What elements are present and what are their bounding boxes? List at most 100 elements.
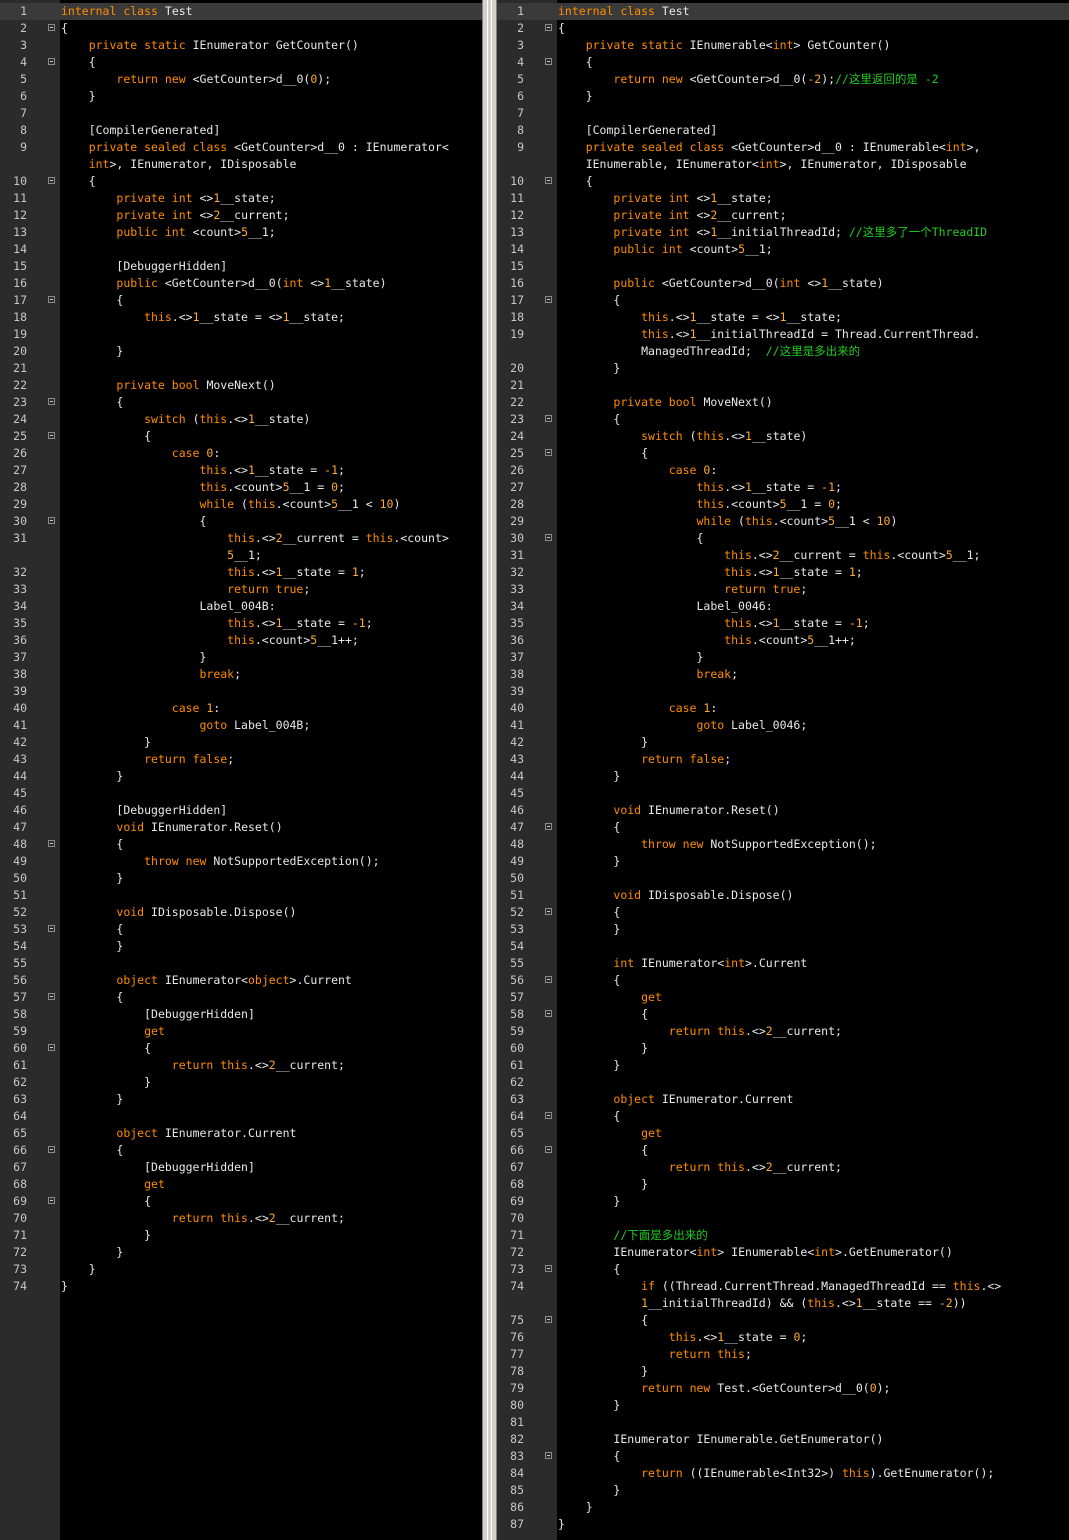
code-line[interactable]: 81	[497, 1414, 1069, 1431]
code-line[interactable]: 40 case 1:	[0, 700, 482, 717]
collapse-icon[interactable]	[48, 432, 55, 439]
collapse-icon[interactable]	[545, 24, 552, 31]
code-line[interactable]: 63 object IEnumerator.Current	[497, 1091, 1069, 1108]
code-line[interactable]: 38 break;	[0, 666, 482, 683]
code-line[interactable]: 1 internal class Test	[497, 3, 1069, 20]
code-line[interactable]: 72 IEnumerator<int> IEnumerable<int>.Get…	[497, 1244, 1069, 1261]
code-line[interactable]: 50 }	[0, 870, 482, 887]
code-line[interactable]: 85 }	[497, 1482, 1069, 1499]
code-line[interactable]: 20 }	[497, 360, 1069, 377]
code-line[interactable]: 84 return ((IEnumerable<Int32>) this).Ge…	[497, 1465, 1069, 1482]
code-line[interactable]: 40 case 1:	[497, 700, 1069, 717]
code-line[interactable]: 17 {	[497, 292, 1069, 309]
collapse-icon[interactable]	[48, 24, 55, 31]
collapse-icon[interactable]	[48, 517, 55, 524]
code-line[interactable]: 45	[0, 785, 482, 802]
code-line[interactable]: 13 public int <count>5__1;	[0, 224, 482, 241]
code-line[interactable]: 54 }	[0, 938, 482, 955]
code-line[interactable]: 41 goto Label_0046;	[497, 717, 1069, 734]
collapse-icon[interactable]	[545, 1010, 552, 1017]
code-line[interactable]: 3 private static IEnumerable<int> GetCou…	[497, 37, 1069, 54]
code-line[interactable]: 30 {	[497, 530, 1069, 547]
code-line[interactable]: 61 return this.<>2__current;	[0, 1057, 482, 1074]
code-line[interactable]: 57 get	[497, 989, 1069, 1006]
code-line[interactable]: 20 }	[0, 343, 482, 360]
code-line[interactable]: 14	[0, 241, 482, 258]
code-line[interactable]: 9 private sealed class <GetCounter>d__0 …	[497, 139, 1069, 156]
code-line[interactable]: 70	[497, 1210, 1069, 1227]
collapse-icon[interactable]	[48, 840, 55, 847]
code-line[interactable]: 74 if ((Thread.CurrentThread.ManagedThre…	[497, 1278, 1069, 1295]
code-line[interactable]: 43 return false;	[497, 751, 1069, 768]
code-line[interactable]: 5 return new <GetCounter>d__0(0);	[0, 71, 482, 88]
code-line[interactable]: 1 internal class Test	[0, 3, 482, 20]
code-line[interactable]: 69 }	[497, 1193, 1069, 1210]
code-line[interactable]: 65 get	[497, 1125, 1069, 1142]
code-line[interactable]: 11 private int <>1__state;	[0, 190, 482, 207]
code-line[interactable]: 19 this.<>1__initialThreadId = Thread.Cu…	[497, 326, 1069, 343]
code-line[interactable]: 55	[0, 955, 482, 972]
code-line[interactable]: 48 {	[0, 836, 482, 853]
code-line[interactable]: 34 Label_004B:	[0, 598, 482, 615]
code-line[interactable]: 83 {	[497, 1448, 1069, 1465]
code-line[interactable]: 65 object IEnumerator.Current	[0, 1125, 482, 1142]
code-line[interactable]: 46 [DebuggerHidden]	[0, 802, 482, 819]
code-line[interactable]: 36 this.<count>5__1++;	[497, 632, 1069, 649]
code-line[interactable]: 47 {	[497, 819, 1069, 836]
code-line[interactable]: 82 IEnumerator IEnumerable.GetEnumerator…	[497, 1431, 1069, 1448]
code-line[interactable]: 4 {	[0, 54, 482, 71]
code-line[interactable]: 64 {	[497, 1108, 1069, 1125]
code-line[interactable]: 16 public <GetCounter>d__0(int <>1__stat…	[497, 275, 1069, 292]
code-line[interactable]: 17 {	[0, 292, 482, 309]
collapse-icon[interactable]	[545, 1146, 552, 1153]
code-line[interactable]: 28 this.<count>5__1 = 0;	[0, 479, 482, 496]
code-line[interactable]: 1__initialThreadId) && (this.<>1__state …	[497, 1295, 1069, 1312]
code-line[interactable]: 9 private sealed class <GetCounter>d__0 …	[0, 139, 482, 156]
code-line[interactable]: 62	[497, 1074, 1069, 1091]
code-line[interactable]: 45	[497, 785, 1069, 802]
code-line[interactable]: 21	[497, 377, 1069, 394]
code-line[interactable]: 52 void IDisposable.Dispose()	[0, 904, 482, 921]
code-line[interactable]: 2{	[0, 20, 482, 37]
code-line[interactable]: 53 {	[0, 921, 482, 938]
code-line[interactable]: 8 [CompilerGenerated]	[0, 122, 482, 139]
collapse-icon[interactable]	[48, 177, 55, 184]
code-line[interactable]: 54	[497, 938, 1069, 955]
code-line[interactable]: 28 this.<count>5__1 = 0;	[497, 496, 1069, 513]
collapse-icon[interactable]	[545, 58, 552, 65]
code-line[interactable]: 67 [DebuggerHidden]	[0, 1159, 482, 1176]
code-line[interactable]: 55 int IEnumerator<int>.Current	[497, 955, 1069, 972]
code-line[interactable]: 44 }	[497, 768, 1069, 785]
collapse-icon[interactable]	[545, 1265, 552, 1272]
collapse-icon[interactable]	[545, 1452, 552, 1459]
code-line[interactable]: 51 void IDisposable.Dispose()	[497, 887, 1069, 904]
collapse-icon[interactable]	[48, 993, 55, 1000]
code-line[interactable]: 57 {	[0, 989, 482, 1006]
collapse-icon[interactable]	[545, 976, 552, 983]
code-line[interactable]: 68 get	[0, 1176, 482, 1193]
code-line[interactable]: 26 case 0:	[497, 462, 1069, 479]
code-line[interactable]: 8 [CompilerGenerated]	[497, 122, 1069, 139]
collapse-icon[interactable]	[545, 908, 552, 915]
code-line[interactable]: 2{	[497, 20, 1069, 37]
code-line[interactable]: 36 this.<count>5__1++;	[0, 632, 482, 649]
code-line[interactable]: 23 {	[497, 411, 1069, 428]
code-line[interactable]: 37 }	[0, 649, 482, 666]
collapse-icon[interactable]	[48, 1044, 55, 1051]
code-line[interactable]: 77 return this;	[497, 1346, 1069, 1363]
code-line[interactable]: IEnumerable, IEnumerator<int>, IEnumerat…	[497, 156, 1069, 173]
code-line[interactable]: 32 this.<>1__state = 1;	[0, 564, 482, 581]
code-line[interactable]: 52 {	[497, 904, 1069, 921]
code-line[interactable]: 15	[497, 258, 1069, 275]
code-line[interactable]: 71 }	[0, 1227, 482, 1244]
collapse-icon[interactable]	[48, 398, 55, 405]
code-line[interactable]: 41 goto Label_004B;	[0, 717, 482, 734]
code-line[interactable]: 10 {	[497, 173, 1069, 190]
code-line[interactable]: 6 }	[497, 88, 1069, 105]
code-line[interactable]: 62 }	[0, 1074, 482, 1091]
code-line[interactable]: 66 {	[497, 1142, 1069, 1159]
code-line[interactable]: 79 return new Test.<GetCounter>d__0(0);	[497, 1380, 1069, 1397]
code-line[interactable]: 58 [DebuggerHidden]	[0, 1006, 482, 1023]
code-line[interactable]: 75 {	[497, 1312, 1069, 1329]
code-line[interactable]: 34 Label_0046:	[497, 598, 1069, 615]
